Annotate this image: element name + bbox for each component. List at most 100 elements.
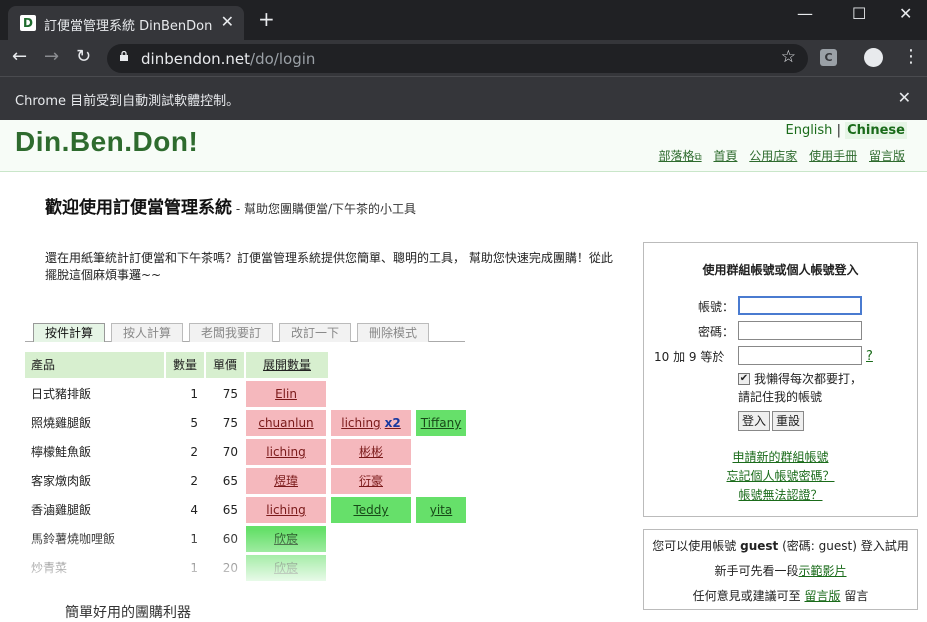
site-header: Din.Ben.Don! English | Chinese 部落格⧉ 首頁 公… <box>0 120 927 172</box>
guest-line-3: 任何意見或建議可至 留言版 留言 <box>644 587 917 604</box>
nav-home[interactable]: 首頁 <box>713 149 737 163</box>
guestbook-link[interactable]: 留言版 <box>804 589 840 603</box>
product-qty: 1 <box>190 387 198 401</box>
address-bar[interactable]: dinbendon.net/do/login ☆ <box>107 44 808 73</box>
orderer-tag[interactable]: Teddy <box>331 497 411 523</box>
product-qty: 4 <box>190 503 198 517</box>
orderer-tag[interactable]: chuanlun <box>246 410 326 436</box>
password-input[interactable] <box>738 321 862 340</box>
orderer-tag[interactable]: liching <box>246 497 326 523</box>
orderer-tag[interactable]: 煜瑋 <box>246 468 326 494</box>
product-qty: 2 <box>190 445 198 459</box>
orderer-name: liching <box>341 416 381 430</box>
orderer-name: Tiffany <box>420 416 462 430</box>
tab-boss-order[interactable]: 老闆我要訂 <box>189 323 273 342</box>
dinbendon-favicon-icon: D <box>20 15 36 31</box>
minimize-icon[interactable]: — <box>797 4 813 23</box>
automation-message: Chrome 目前受到自動測試軟體控制。 <box>15 94 240 109</box>
nav-guestbook[interactable]: 留言版 <box>869 149 905 163</box>
intro-text: 還在用紙筆統計訂便當和下午茶嗎？訂便當管理系統提供您簡單、聰明的工具， 幫助您快… <box>45 251 613 282</box>
orderer-tag[interactable]: Tiffany <box>416 410 466 436</box>
tab-delete-mode[interactable]: 刪除模式 <box>357 323 429 342</box>
remember-text: 我懶得每次都要打， <box>754 372 863 386</box>
captcha-help-link[interactable]: ? <box>866 349 873 364</box>
product-qty: 2 <box>190 474 198 488</box>
nav-public-shops[interactable]: 公用店家 <box>749 149 797 163</box>
site-logo[interactable]: Din.Ben.Don! <box>15 126 198 158</box>
orderer-name: liching <box>266 445 306 459</box>
nav-blog[interactable]: 部落格⧉ <box>658 149 701 163</box>
language-switcher: English | Chinese <box>785 122 907 139</box>
product-name: 檸檬鮭魚飯 <box>31 445 92 459</box>
page-title-text: 歡迎使用訂便當管理系統 <box>45 198 232 218</box>
top-nav: 部落格⧉ 首頁 公用店家 使用手冊 留言版 <box>650 147 905 164</box>
cannot-verify-link[interactable]: 帳號無法認證？ <box>644 486 917 503</box>
login-button[interactable]: 登入 <box>738 411 771 431</box>
header-price: 單價 <box>206 352 244 378</box>
menu-kebab-icon[interactable]: ⋮ <box>902 46 920 67</box>
maximize-icon[interactable]: ☐ <box>852 4 866 23</box>
new-group-link[interactable]: 申請新的群組帳號 <box>644 448 917 465</box>
demo-video-link[interactable]: 示範影片 <box>799 564 847 578</box>
orderer-tag[interactable]: 衍豪 <box>331 468 411 494</box>
lang-english-link[interactable]: English <box>785 123 832 138</box>
forward-icon[interactable]: → <box>44 46 59 67</box>
url-text: dinbendon.net/do/login <box>141 50 315 68</box>
nav-manual[interactable]: 使用手冊 <box>809 149 857 163</box>
product-price: 70 <box>222 445 238 459</box>
password-label: 密碼： <box>697 325 734 339</box>
guest-line-3-post: 留言 <box>840 589 869 603</box>
browser-tab-bar: D 訂便當管理系統 DinBenDon ✕ + — ☐ ✕ <box>0 0 927 40</box>
url-host: dinbendon.net <box>141 50 251 68</box>
forgot-password-link[interactable]: 忘記個人帳號密碼？ <box>644 467 917 484</box>
extension-icon[interactable]: C <box>820 49 837 66</box>
guest-line-1: 您可以使用帳號 guest (密碼: guest) 登入試用 <box>644 537 917 554</box>
reload-icon[interactable]: ↻ <box>76 46 91 67</box>
account-input[interactable] <box>738 296 862 315</box>
nav-blog-label: 部落格 <box>658 149 695 163</box>
remember-text-2: 請記住我的帳號 <box>738 390 823 404</box>
guest-line-1-pre: 您可以使用帳號 <box>652 539 741 553</box>
orderer-name: yita <box>429 503 453 517</box>
product-price: 75 <box>222 416 238 430</box>
info-bar-close-icon[interactable]: ✕ <box>898 88 911 107</box>
automation-info-bar: Chrome 目前受到自動測試軟體控制。 ✕ <box>0 76 927 120</box>
login-title: 使用群組帳號或個人帳號登入 <box>702 263 859 277</box>
product-qty: 5 <box>190 416 198 430</box>
lock-icon <box>120 51 128 61</box>
bookmark-star-icon[interactable]: ☆ <box>781 47 796 67</box>
header-qty: 數量 <box>166 352 204 378</box>
slogan: 簡單好用的團購利器 <box>65 605 191 621</box>
demo-mode-tabs: 按件計算 按人計算 老闆我要訂 改訂一下 刪除模式 <box>25 322 465 342</box>
guest-username: guest <box>740 539 779 553</box>
browser-toolbar: ← → ↻ dinbendon.net/do/login ☆ C ⋮ <box>0 40 927 76</box>
browser-tab[interactable]: D 訂便當管理系統 DinBenDon ✕ <box>8 6 244 40</box>
orderer-tag[interactable]: 彬彬 <box>331 439 411 465</box>
external-link-icon: ⧉ <box>694 152 702 163</box>
orderer-tag[interactable]: liching <box>246 439 326 465</box>
orderer-name: 衍豪 <box>358 474 383 488</box>
tab-by-person[interactable]: 按人計算 <box>111 323 183 342</box>
tab-title: 訂便當管理系統 DinBenDon <box>44 19 213 34</box>
guest-line-1-post: (密碼: guest) 登入試用 <box>778 539 909 553</box>
reset-button[interactable]: 重設 <box>772 411 805 431</box>
tab-by-item[interactable]: 按件計算 <box>33 323 105 342</box>
window-close-icon[interactable]: ✕ <box>899 4 912 23</box>
tab-modify[interactable]: 改訂一下 <box>279 323 351 342</box>
orderer-name: 彬彬 <box>358 445 383 459</box>
tab-close-icon[interactable]: ✕ <box>221 12 234 31</box>
url-path: /do/login <box>250 50 316 68</box>
page-title: 歡迎使用訂便當管理系統 - 幫助您團購便當/下午茶的小工具 <box>45 193 416 218</box>
orderer-tag[interactable]: Elin <box>246 381 326 407</box>
orderer-tag[interactable]: yita <box>416 497 466 523</box>
orderer-tag[interactable]: liching x2 <box>331 410 411 436</box>
header-expand-qty[interactable]: 展開數量 <box>246 352 328 378</box>
profile-avatar-icon[interactable] <box>864 48 883 67</box>
header-product: 產品 <box>25 352 164 378</box>
captcha-input[interactable] <box>738 346 862 365</box>
new-tab-icon[interactable]: + <box>258 9 275 29</box>
orderer-name: chuanlun <box>258 416 314 430</box>
remember-checkbox[interactable]: ✔ <box>738 373 750 385</box>
guest-line-2-pre: 新手可先看一段 <box>714 564 799 578</box>
back-icon[interactable]: ← <box>12 46 27 67</box>
